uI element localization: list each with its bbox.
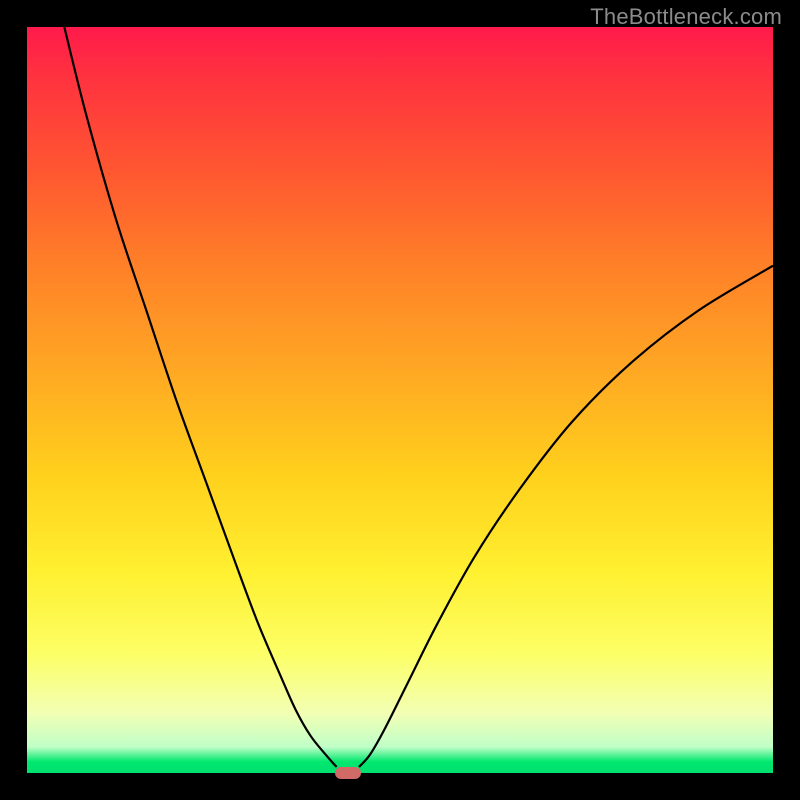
chart-plot-area [27,27,773,773]
watermark-text: TheBottleneck.com [590,4,782,30]
chart-frame: TheBottleneck.com [0,0,800,800]
bottleneck-curve [27,27,773,773]
curve-left [64,27,336,767]
optimal-marker [335,767,361,779]
curve-right [359,266,773,767]
